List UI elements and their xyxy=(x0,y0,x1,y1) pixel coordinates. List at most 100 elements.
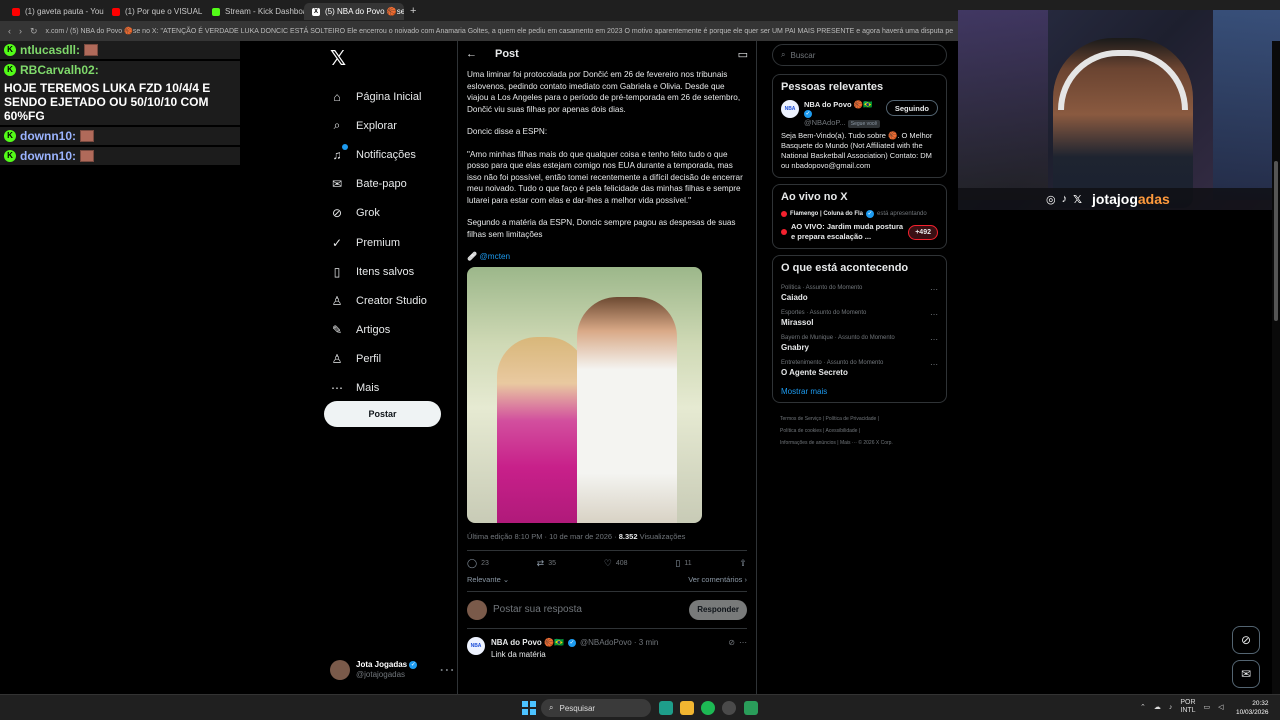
speaker-icon[interactable]: ◁ xyxy=(1218,703,1223,711)
trends-panel: O que está acontecendo Política · Assunt… xyxy=(772,255,947,404)
display-icon[interactable]: ▭ xyxy=(1204,703,1211,711)
spotify-icon[interactable] xyxy=(701,701,715,715)
app-icon[interactable] xyxy=(659,701,673,715)
back-arrow-icon[interactable]: ← xyxy=(466,48,477,60)
browser-tab-active[interactable]: X(5) NBA do Povo 🏀se no X xyxy=(304,3,404,20)
back-icon[interactable]: ‹ xyxy=(8,26,11,36)
more-icon[interactable]: ⋯ xyxy=(930,360,938,377)
nav-item-explore[interactable]: ⌕ Explorar xyxy=(320,111,455,140)
x-logo[interactable]: 𝕏 xyxy=(330,46,455,70)
reply-input[interactable]: Postar sua resposta xyxy=(493,604,683,616)
more-icon[interactable]: ⋯ xyxy=(739,637,747,649)
folder-icon[interactable] xyxy=(680,701,694,715)
trend-item[interactable]: Política · Assunto do Momento Caiado ⋯ xyxy=(781,281,938,306)
panel-title: Pessoas relevantes xyxy=(781,81,884,93)
nav-item-chat[interactable]: ✉ Bate-papo xyxy=(320,170,455,199)
avatar[interactable]: NBA xyxy=(781,100,799,118)
replies-sort: Relevante ⌄ Ver comentários › xyxy=(467,574,747,592)
like-action[interactable]: ♡ 408 xyxy=(604,558,628,570)
nav-item-creator-studio[interactable]: ♙ Creator Studio xyxy=(320,286,455,315)
share-action[interactable]: ⇪ xyxy=(739,558,747,570)
chat-username: RBCarvalh02: xyxy=(20,63,99,77)
post-image[interactable] xyxy=(467,266,702,523)
cloud-icon[interactable]: ☁ xyxy=(1154,703,1161,711)
browser-tab[interactable]: (1) gaveta pauta - YouTube xyxy=(4,3,104,20)
app-icon[interactable] xyxy=(722,701,736,715)
mention-link[interactable]: @mcten xyxy=(479,252,510,261)
bandage-icon: 🩹 xyxy=(467,252,478,261)
account-info: Jota Jogadas ✓ @jotajogadas xyxy=(356,660,418,680)
trend-item[interactable]: Entretenimento · Assunto do Momento O Age… xyxy=(781,356,938,381)
reply-button[interactable]: Responder xyxy=(689,600,747,620)
language-indicator[interactable]: POR INTL xyxy=(1180,699,1195,715)
nav-item-home[interactable]: ⌂ Página Inicial xyxy=(320,82,455,111)
page-scrollbar[interactable] xyxy=(1272,41,1280,694)
windows-start-icon[interactable] xyxy=(522,701,536,715)
nav-item-notifications[interactable]: ♫ Notificações xyxy=(320,140,455,169)
grok-icon[interactable]: ⊘ xyxy=(728,637,735,649)
grok-icon: ⊘ xyxy=(1240,633,1252,647)
search-input[interactable]: ⌕ Buscar xyxy=(772,44,947,66)
heart-icon: ♡ xyxy=(603,558,612,568)
account-name: Jota Jogadas xyxy=(356,660,408,669)
reader-icon[interactable]: ▭ xyxy=(738,48,748,61)
nav-item-profile[interactable]: ♙ Perfil xyxy=(320,345,455,374)
nav-item-bookmarks[interactable]: ▯ Itens salvos xyxy=(320,257,455,286)
post-actions: ◯ 23 ⇄ 35 ♡ 408 ▯ 11 ⇪ xyxy=(467,550,747,574)
following-button[interactable]: Seguindo xyxy=(885,100,938,116)
avatar xyxy=(330,660,350,680)
clock[interactable]: 20:32 10/03/2026 xyxy=(1236,699,1269,717)
app-icon[interactable] xyxy=(744,701,758,715)
verified-icon: ✓ xyxy=(409,660,418,669)
webcam-background xyxy=(958,10,1048,200)
live-indicator-icon xyxy=(781,229,787,236)
account-switcher[interactable]: Jota Jogadas ✓ @jotajogadas ⋯ xyxy=(330,660,455,680)
reload-icon[interactable]: ↻ xyxy=(30,26,38,37)
show-more-link[interactable]: Mostrar mais xyxy=(781,387,938,396)
avatar: NBA xyxy=(467,637,485,655)
search-icon: ⌕ xyxy=(549,703,554,712)
browser-tab[interactable]: Stream - Kick Dashboard xyxy=(204,3,304,20)
nav-item-more[interactable]: ⋯ Mais xyxy=(320,374,455,403)
more-icon[interactable]: ⋯ xyxy=(930,285,938,302)
mic-icon[interactable]: ♪ xyxy=(1169,704,1173,711)
nav-item-grok[interactable]: ⊘ Grok xyxy=(320,199,455,228)
bookmark-action[interactable]: ▯ 11 xyxy=(675,558,691,570)
user-handle: @NBAdoP... xyxy=(804,118,846,128)
taskbar-search[interactable]: ⌕ Pesquisar xyxy=(541,699,651,717)
reply-item[interactable]: NBA NBA do Povo 🏀🇧🇷 ✓ @NBAdoPovo · 3 min… xyxy=(467,629,747,668)
messages-floating-button[interactable]: ✉ xyxy=(1232,660,1260,688)
trend-item[interactable]: Esportes · Assunto do Momento Mirassol ⋯ xyxy=(781,306,938,331)
follows-you-badge: Segue você xyxy=(847,120,881,129)
nav-item-premium[interactable]: ✓ Premium xyxy=(320,228,455,257)
url-text[interactable]: x.com / (5) NBA do Povo 🏀se no X: "ATENÇ… xyxy=(46,27,954,35)
repost-icon: ⇄ xyxy=(536,558,545,568)
chat-username: downn10: xyxy=(20,149,76,163)
live-item[interactable]: AO VIVO: Jardim muda postura e prepara e… xyxy=(781,222,938,242)
social-handle-bar: ◎ ♪ 𝕏 jotajogadas xyxy=(958,188,1280,210)
more-icon[interactable]: ⋯ xyxy=(930,310,938,327)
post-button[interactable]: Postar xyxy=(324,401,441,427)
sort-dropdown[interactable]: Relevante ⌄ xyxy=(467,574,509,586)
grok-floating-button[interactable]: ⊘ xyxy=(1232,626,1260,654)
verified-icon: ✓ xyxy=(804,110,812,119)
more-icon[interactable]: ⋯ xyxy=(439,660,455,680)
nav-item-articles[interactable]: ✎ Artigos xyxy=(320,316,455,345)
panel-title: O que está acontecendo xyxy=(781,262,909,275)
scrollbar-thumb[interactable] xyxy=(1274,161,1278,321)
new-tab-button[interactable]: + xyxy=(410,5,416,17)
bookmark-icon: ▯ xyxy=(333,264,341,279)
more-icon[interactable]: ⋯ xyxy=(930,335,938,352)
forward-icon[interactable]: › xyxy=(19,26,22,36)
instagram-icon: ◎ xyxy=(1046,193,1056,206)
chevron-up-icon[interactable]: ⌃ xyxy=(1140,703,1146,711)
repost-action[interactable]: ⇄ 35 xyxy=(537,558,556,570)
reply-action[interactable]: ◯ 23 xyxy=(467,558,489,570)
address-bar[interactable]: ‹ › ↻ x.com / (5) NBA do Povo 🏀se no X: … xyxy=(0,21,960,41)
page-title: Post xyxy=(495,48,519,60)
view-comments-link[interactable]: Ver comentários › xyxy=(688,574,747,586)
bookmark-icon: ▯ xyxy=(675,558,681,568)
browser-tab[interactable]: (1) Por que o VISUAL do xyxy=(104,3,204,20)
live-title: AO VIVO: Jardim muda postura e prepara e… xyxy=(791,222,904,242)
trend-item[interactable]: Bayern de Munique · Assunto do Momento Gn… xyxy=(781,331,938,356)
